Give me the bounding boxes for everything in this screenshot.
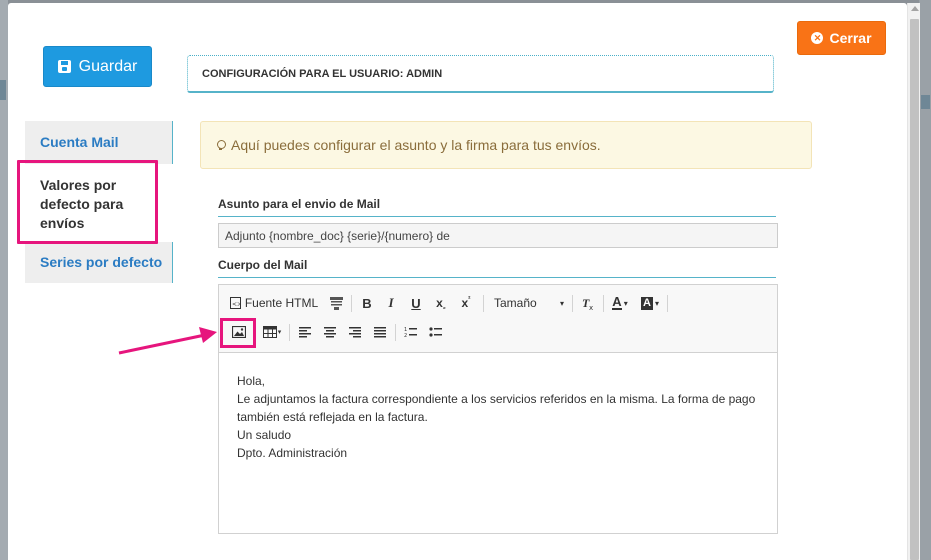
remove-format-icon: Tx: [582, 297, 593, 310]
mail-body-editor: <> Fuente HTML B I U x₂ x² Tamaño ▾ T x …: [218, 284, 778, 534]
body-line: Un saludo: [237, 428, 292, 442]
chevron-down-icon: ▾: [559, 298, 564, 308]
background-page-right: [919, 0, 931, 560]
image-button-highlight-box: [220, 318, 256, 348]
justify-button[interactable]: [369, 321, 391, 343]
save-button[interactable]: Guardar: [43, 46, 152, 87]
background-mark: [0, 80, 6, 100]
annotation-arrow-icon: [118, 327, 217, 355]
lightbulb-icon: [215, 138, 226, 152]
align-right-button[interactable]: [344, 321, 366, 343]
subscript-mark: ₂: [442, 303, 446, 311]
text-color-button[interactable]: A ▾: [607, 292, 633, 314]
user-config-title: CONFIGURACIÓN PARA EL USUARIO: ADMIN: [202, 67, 443, 80]
info-alert: Aquí puedes configurar el asunto y la fi…: [200, 121, 812, 169]
toolbar-separator: [483, 295, 484, 312]
align-justify-icon: [374, 326, 386, 337]
alert-text: Aquí puedes configurar el asunto y la fi…: [231, 137, 601, 153]
body-line: Hola,: [237, 374, 266, 388]
background-mark: [921, 95, 930, 109]
svg-text:<>: <>: [232, 301, 241, 308]
modal-scrollbar[interactable]: [907, 3, 920, 560]
scroll-up-arrow-icon[interactable]: [911, 6, 919, 11]
settings-modal: ✕ Cerrar Guardar CONFIGURACIÓN PARA EL U…: [8, 3, 907, 560]
tab-label: Cuenta Mail: [40, 134, 119, 150]
italic-button[interactable]: I: [380, 292, 402, 314]
bold-button[interactable]: B: [356, 292, 378, 314]
toolbar-separator: [667, 295, 668, 312]
background-color-icon: A: [641, 296, 653, 310]
templates-icon: [329, 296, 343, 310]
background-color-button[interactable]: A ▾: [637, 292, 663, 314]
text-color-icon: A: [612, 294, 622, 310]
subscript-button[interactable]: x₂: [430, 292, 452, 314]
toolbar-separator: [395, 324, 396, 341]
source-html-button[interactable]: <> Fuente HTML: [229, 292, 319, 314]
templates-button[interactable]: [325, 292, 347, 314]
subject-label: Asunto para el envio de Mail: [218, 197, 776, 217]
underline-button[interactable]: U: [405, 292, 427, 314]
numbered-list-icon: 12: [404, 327, 417, 338]
toolbar-separator: [289, 324, 290, 341]
table-icon: [262, 326, 277, 338]
numbered-list-button[interactable]: 12: [399, 321, 421, 343]
floppy-disk-icon: [57, 60, 71, 73]
subject-input[interactable]: [218, 223, 778, 248]
source-icon: <>: [229, 297, 241, 309]
body-line: Le adjuntamos la factura correspondiente…: [237, 392, 756, 424]
background-page-left: [0, 0, 8, 560]
close-circle-icon: ✕: [811, 32, 824, 44]
tab-cuenta-mail[interactable]: Cuenta Mail: [25, 121, 173, 164]
font-size-label: Tamaño: [494, 296, 537, 310]
insert-table-button[interactable]: ▾: [259, 321, 285, 343]
align-right-icon: [349, 326, 361, 337]
remove-format-button[interactable]: Tx: [577, 292, 599, 314]
editor-content[interactable]: Hola, Le adjuntamos la factura correspon…: [219, 354, 777, 533]
align-left-button[interactable]: [294, 321, 316, 343]
bulleted-list-icon: [428, 327, 442, 337]
superscript-button[interactable]: x²: [455, 292, 477, 314]
align-left-icon: [299, 326, 311, 337]
tab-highlight-box: [17, 160, 158, 244]
tab-series-por-defecto[interactable]: Series por defecto: [25, 242, 173, 283]
save-label: Guardar: [78, 57, 138, 75]
tab-label: Series por defecto: [40, 254, 163, 270]
align-center-button[interactable]: [319, 321, 341, 343]
chevron-down-icon: ▾: [654, 298, 659, 308]
close-button[interactable]: ✕ Cerrar: [797, 21, 886, 55]
toolbar-separator: [572, 295, 573, 312]
scroll-thumb[interactable]: [910, 19, 919, 560]
body-label: Cuerpo del Mail: [218, 258, 776, 278]
body-line: Dpto. Administración: [237, 446, 348, 460]
align-center-icon: [324, 326, 336, 337]
font-size-select[interactable]: Tamaño ▾: [491, 292, 567, 314]
svg-text:2: 2: [404, 333, 407, 338]
bulleted-list-button[interactable]: [424, 321, 446, 343]
superscript-label: x: [461, 296, 469, 310]
svg-text:x: x: [589, 304, 593, 310]
user-config-panel: CONFIGURACIÓN PARA EL USUARIO: ADMIN: [187, 55, 774, 93]
source-html-label: Fuente HTML: [244, 296, 319, 310]
superscript-mark: ²: [468, 295, 471, 303]
chevron-down-icon: ▾: [277, 329, 282, 336]
toolbar-separator: [351, 295, 352, 312]
editor-toolbar: <> Fuente HTML B I U x₂ x² Tamaño ▾ T x …: [219, 285, 777, 353]
subscript-label: x: [436, 296, 443, 310]
toolbar-separator: [603, 295, 604, 312]
chevron-down-icon: ▾: [623, 298, 628, 308]
close-label: Cerrar: [829, 30, 872, 46]
